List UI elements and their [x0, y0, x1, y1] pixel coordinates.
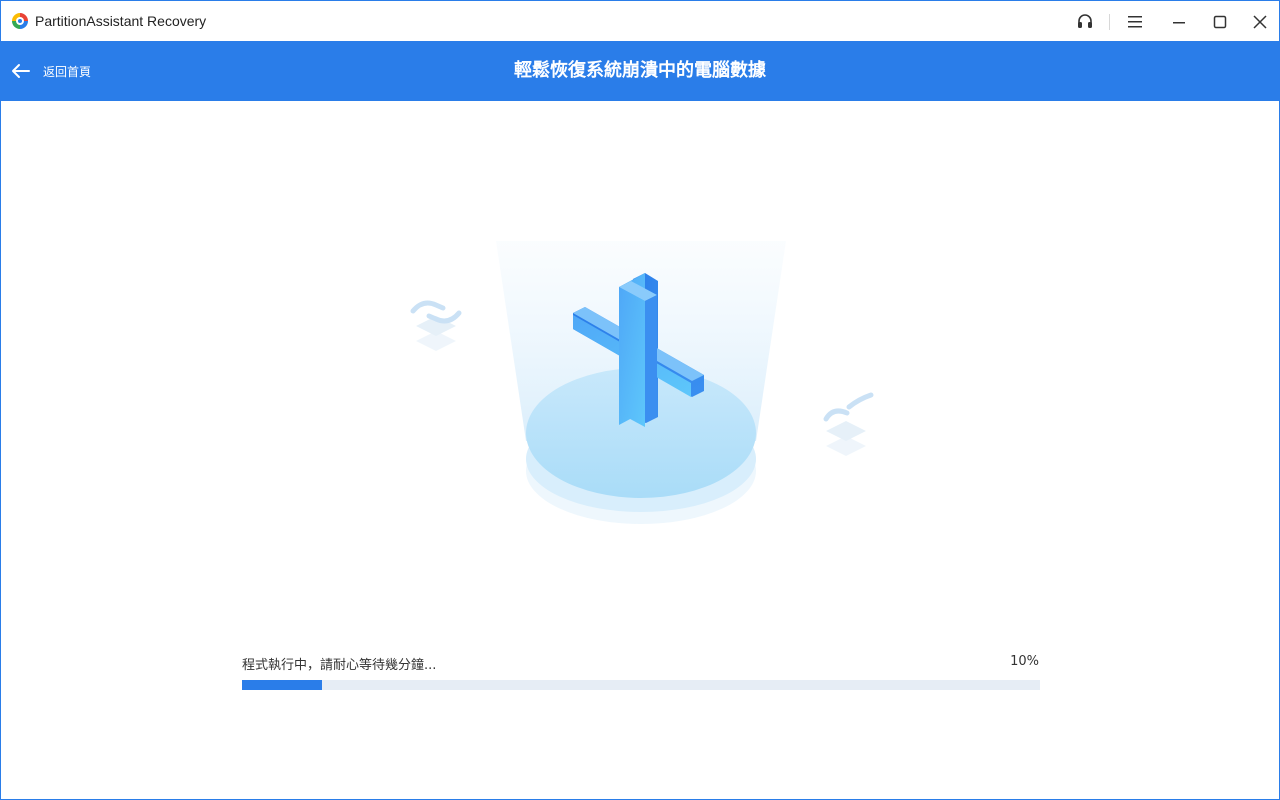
progress-status-text: 程式執行中，請耐心等待幾分鐘...	[242, 658, 437, 673]
close-button[interactable]	[1246, 9, 1274, 35]
maximize-button[interactable]	[1206, 9, 1234, 35]
headset-icon	[1078, 14, 1092, 28]
close-icon	[1253, 15, 1267, 29]
progress-bar-fill	[242, 680, 322, 690]
recovery-illustration	[410, 241, 874, 524]
app-title: PartitionAssistant Recovery	[35, 13, 207, 29]
app-logo-icon	[12, 13, 28, 29]
app-window: PartitionAssistant Recovery 返回首頁 輕鬆恢復系統崩…	[0, 0, 1280, 800]
maximize-icon	[1213, 15, 1227, 29]
minimize-button[interactable]	[1165, 9, 1193, 35]
minimize-icon	[1173, 22, 1185, 24]
progress-bar	[242, 680, 1040, 690]
titlebar-separator	[1109, 14, 1110, 30]
menu-button[interactable]	[1121, 9, 1149, 35]
page-title: 輕鬆恢復系統崩潰中的電腦數據	[514, 60, 766, 81]
menu-icon	[1128, 16, 1142, 28]
page-header: 返回首頁 輕鬆恢復系統崩潰中的電腦數據	[1, 41, 1279, 101]
support-button[interactable]	[1071, 9, 1099, 35]
title-bar[interactable]: PartitionAssistant Recovery	[1, 1, 1279, 41]
progress-percent: 10%	[1010, 654, 1039, 669]
broken-link-right-icon	[823, 392, 874, 456]
broken-link-left-icon	[410, 300, 462, 351]
